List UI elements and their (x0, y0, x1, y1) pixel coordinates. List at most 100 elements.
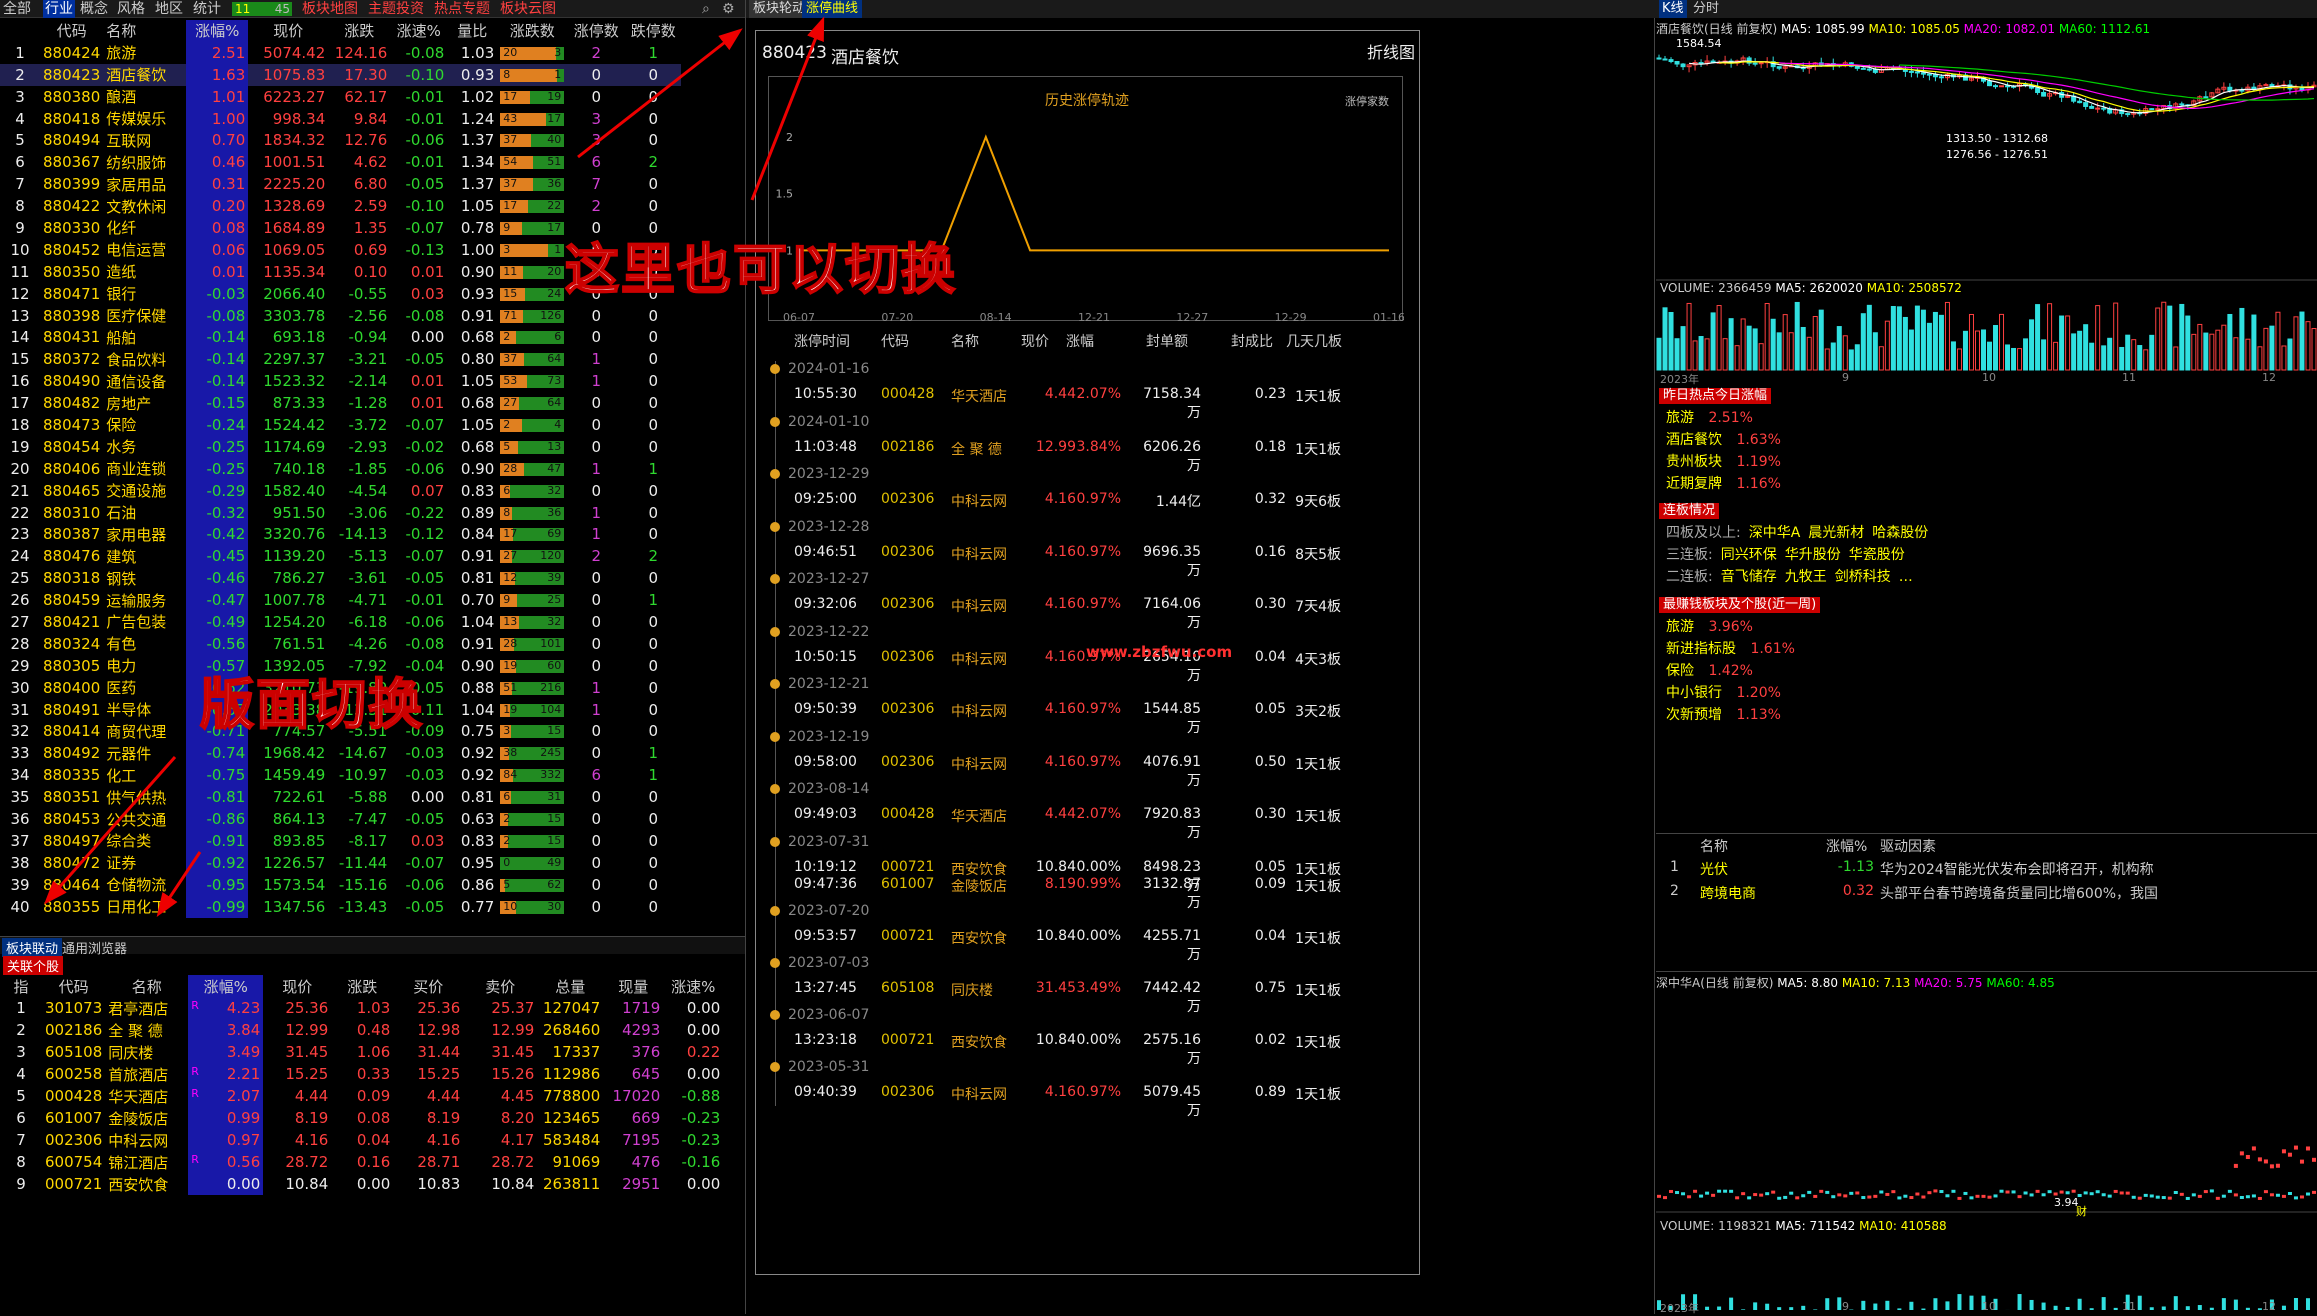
industry-row[interactable]: 35 880351 供气供热 -0.81 722.61 -5.88 0.00 0… (0, 786, 681, 808)
sector-name[interactable]: 钢铁 (103, 567, 186, 589)
industry-row[interactable]: 4 880418 传媒娱乐 1.00 998.34 9.84 -0.01 1.2… (0, 108, 681, 130)
sector-name[interactable]: 元器件 (103, 742, 186, 764)
industry-row[interactable]: 2 880423 酒店餐饮 1.63 1075.83 17.30 -0.10 0… (0, 64, 681, 86)
limit-cell[interactable]: 全 聚 德 (951, 439, 1002, 459)
industry-row[interactable]: 1 880424 旅游 2.51 5074.42 124.16 -0.08 1.… (0, 42, 681, 64)
industry-row[interactable]: 8 880422 文教休闲 0.20 1328.69 2.59 -0.10 1.… (0, 195, 681, 217)
hot-row[interactable]: 旅游 2.51% (1666, 407, 1753, 427)
tab-intraday[interactable]: 分时 (1690, 0, 1722, 18)
limit-cell[interactable]: 西安饮食 (951, 1032, 1007, 1052)
industry-row[interactable]: 40 880355 日用化工 -0.99 1347.56 -13.43 -0.0… (0, 896, 681, 918)
limit-table-header[interactable]: 几天几板 (1286, 331, 1342, 351)
limit-cell[interactable]: 中科云网 (951, 701, 1007, 721)
sector-name[interactable]: 日用化工 (103, 896, 186, 918)
tab-industry[interactable]: 行业 (43, 0, 75, 18)
search-icon[interactable]: ⌕ (702, 0, 710, 18)
industry-row[interactable]: 23 880387 家用电器 -0.42 3320.76 -14.13 -0.1… (0, 523, 681, 545)
industry-row[interactable]: 38 880472 证券 -0.92 1226.57 -11.44 -0.07 … (0, 852, 681, 874)
link-sector-map[interactable]: 板块地图 (302, 0, 358, 18)
industry-row[interactable]: 7 880399 家居用品 0.31 2225.20 6.80 -0.05 1.… (0, 173, 681, 195)
sector-name[interactable]: 家用电器 (103, 523, 186, 545)
industry-row[interactable]: 39 880464 仓储物流 -0.95 1573.54 -15.16 -0.0… (0, 874, 681, 896)
limit-cell[interactable]: 金陵饭店 (951, 876, 1007, 896)
money-row[interactable]: 次新预增 1.13% (1666, 704, 1781, 724)
industry-row[interactable]: 13 880398 医疗保健 -0.08 3303.78 -2.56 -0.08… (0, 305, 681, 327)
limit-table-header[interactable]: 涨幅 (1066, 331, 1094, 351)
money-row[interactable]: 旅游 3.96% (1666, 616, 1753, 636)
related-row[interactable]: 1 301073 君亭酒店 R4.23 25.36 1.03 25.36 25.… (0, 997, 723, 1019)
sector-name[interactable]: 交通设施 (103, 480, 186, 502)
tab-concept[interactable]: 概念 (80, 0, 108, 18)
limit-table-header[interactable]: 代码 (881, 331, 909, 351)
industry-row[interactable]: 15 880372 食品饮料 -0.14 2297.37 -3.21 -0.05… (0, 348, 681, 370)
sector-name[interactable]: 仓储物流 (103, 874, 186, 896)
driver-name[interactable]: 跨境电商 (1700, 883, 1756, 903)
col-name[interactable]: 名称 (103, 20, 186, 42)
limit-cell[interactable]: 中科云网 (951, 754, 1007, 774)
link-hot-topic[interactable]: 热点专题 (434, 0, 490, 18)
hot-row[interactable]: 酒店餐饮 1.63% (1666, 429, 1781, 449)
col-speed[interactable]: 涨速% (390, 20, 447, 42)
money-row[interactable]: 新进指标股 1.61% (1666, 638, 1795, 658)
sector-name[interactable]: 造纸 (103, 261, 186, 283)
industry-row[interactable]: 28 880324 有色 -0.56 761.51 -4.26 -0.08 0.… (0, 633, 681, 655)
sector-name[interactable]: 文教休闲 (103, 195, 186, 217)
related-row[interactable]: 6 601007 金陵饭店 0.99 8.19 0.08 8.19 8.20 1… (0, 1107, 723, 1129)
chart-mode-toggle[interactable]: 折线图 (1367, 39, 1415, 63)
limit-cell[interactable]: 中科云网 (951, 596, 1007, 616)
industry-row[interactable]: 22 880310 石油 -0.32 951.50 -3.06 -0.22 0.… (0, 502, 681, 524)
sector-name[interactable]: 旅游 (103, 42, 186, 64)
industry-row[interactable]: 27 880421 广告包装 -0.49 1254.20 -6.18 -0.06… (0, 611, 681, 633)
sector-name[interactable]: 有色 (103, 633, 186, 655)
limit-cell[interactable]: 同庆楼 (951, 980, 993, 1000)
industry-row[interactable]: 3 880380 酿酒 1.01 6223.27 62.17 -0.01 1.0… (0, 86, 681, 108)
sector-name[interactable]: 综合类 (103, 830, 186, 852)
industry-row[interactable]: 5 880494 互联网 0.70 1834.32 12.76 -0.06 1.… (0, 129, 681, 151)
sector-name[interactable]: 纺织服饰 (103, 151, 186, 173)
tab-stats[interactable]: 统计 (193, 0, 221, 18)
sector-name[interactable]: 公共交通 (103, 808, 186, 830)
col-volratio[interactable]: 量比 (447, 20, 497, 42)
tab-sector-rotation[interactable]: 板块轮动 (749, 0, 809, 18)
sector-name[interactable]: 船舶 (103, 326, 186, 348)
link-sector-cloud[interactable]: 板块云图 (500, 0, 556, 18)
related-row[interactable]: 3 605108 同庆楼 3.49 31.45 1.06 31.44 31.45… (0, 1041, 723, 1063)
sector-name[interactable]: 半导体 (103, 699, 186, 721)
limit-cell[interactable]: 中科云网 (951, 649, 1007, 669)
industry-row[interactable]: 36 880453 公共交通 -0.86 864.13 -7.47 -0.05 … (0, 808, 681, 830)
limit-table-header[interactable]: 封单额 (1146, 331, 1188, 351)
industry-row[interactable]: 26 880459 运输服务 -0.47 1007.78 -4.71 -0.01… (0, 589, 681, 611)
sector-name[interactable]: 互联网 (103, 129, 186, 151)
sector-name[interactable]: 商业连锁 (103, 458, 186, 480)
industry-row[interactable]: 34 880335 化工 -0.75 1459.49 -10.97 -0.03 … (0, 764, 681, 786)
industry-row[interactable]: 33 880492 元器件 -0.74 1968.42 -14.67 -0.03… (0, 742, 681, 764)
related-row[interactable]: 4 600258 首旅酒店 R2.21 15.25 0.33 15.25 15.… (0, 1063, 723, 1085)
money-row[interactable]: 保险 1.42% (1666, 660, 1753, 680)
col-code[interactable]: 代码 (40, 20, 103, 42)
sector-name[interactable]: 化纤 (103, 217, 186, 239)
related-row[interactable]: 9 000721 西安饮食 0.00 10.84 0.00 10.83 10.8… (0, 1173, 723, 1195)
limit-cell[interactable]: 华天酒店 (951, 806, 1007, 826)
industry-row[interactable]: 19 880454 水务 -0.25 1174.69 -2.93 -0.02 0… (0, 436, 681, 458)
related-stocks-label[interactable]: 关联个股 (3, 956, 63, 975)
sector-name[interactable]: 商贸代理 (103, 721, 186, 743)
limit-table-header[interactable]: 名称 (951, 331, 979, 351)
col-limit-down[interactable]: 跌停数 (625, 20, 681, 42)
link-theme-invest[interactable]: 主题投资 (368, 0, 424, 18)
sector-name[interactable]: 石油 (103, 502, 186, 524)
industry-row[interactable]: 24 880476 建筑 -0.45 1139.20 -5.13 -0.07 0… (0, 545, 681, 567)
sector-name[interactable]: 酒店餐饮 (103, 64, 186, 86)
industry-row[interactable]: 37 880497 综合类 -0.91 893.85 -8.17 0.03 0.… (0, 830, 681, 852)
limit-cell[interactable]: 华天酒店 (951, 386, 1007, 406)
col-change[interactable]: 涨跌 (328, 20, 390, 42)
related-row[interactable]: 7 002306 中科云网 0.97 4.16 0.04 4.16 4.17 5… (0, 1129, 723, 1151)
limit-table-header[interactable]: 涨停时间 (794, 331, 850, 351)
sector-name[interactable]: 银行 (103, 283, 186, 305)
sector-name[interactable]: 证券 (103, 852, 186, 874)
limit-table-header[interactable]: 现价 (1021, 331, 1049, 351)
related-row[interactable]: 8 600754 锦江酒店 R0.56 28.72 0.16 28.71 28.… (0, 1151, 723, 1173)
hot-row[interactable]: 近期复牌 1.16% (1666, 473, 1781, 493)
industry-row[interactable]: 6 880367 纺织服饰 0.46 1001.51 4.62 -0.01 1.… (0, 151, 681, 173)
sector-name[interactable]: 运输服务 (103, 589, 186, 611)
industry-row[interactable]: 14 880431 船舶 -0.14 693.18 -0.94 0.00 0.6… (0, 326, 681, 348)
